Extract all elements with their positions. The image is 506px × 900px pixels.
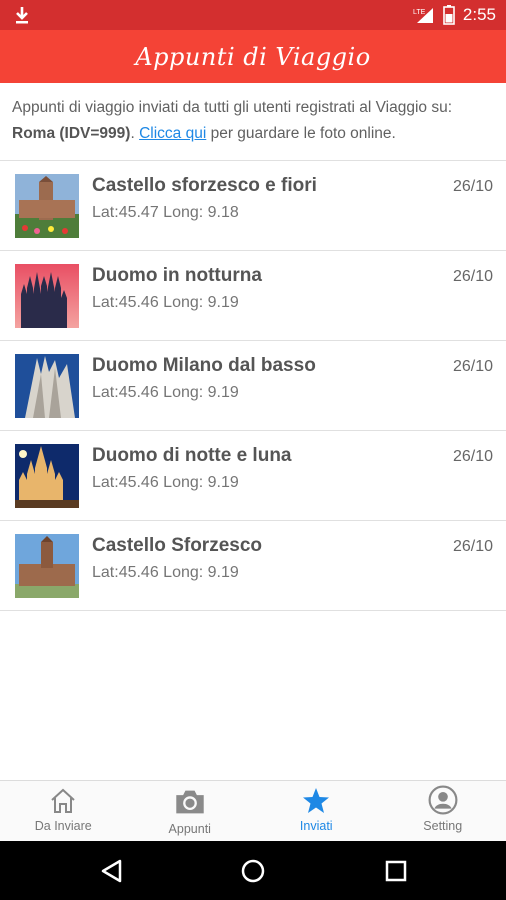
tab-label: Setting <box>423 819 463 833</box>
item-date: 26/10 <box>452 538 493 555</box>
recents-icon[interactable] <box>380 855 412 887</box>
list-item[interactable]: Duomo in notturna Lat:45.46 Long: 9.19 2… <box>0 251 506 341</box>
signal-icon: LTE <box>413 8 433 23</box>
photo-thumbnail <box>15 264 79 328</box>
clock: 2:55 <box>462 5 496 24</box>
back-icon[interactable] <box>96 855 128 887</box>
svg-text:LTE: LTE <box>413 9 426 16</box>
intro-text: Appunti di viaggio inviati da tutti gli … <box>12 95 496 147</box>
item-date: 26/10 <box>452 448 493 465</box>
online-photos-link[interactable]: Clicca qui <box>139 125 206 142</box>
tab-da-inviare[interactable]: Da Inviare <box>0 781 127 842</box>
status-bar: LTE 2:55 <box>0 0 506 30</box>
tab-label: Inviati <box>299 819 333 833</box>
home-button-icon[interactable] <box>237 855 269 887</box>
app-title: Appunti di Viaggio <box>135 42 371 71</box>
person-icon <box>428 785 458 815</box>
item-coordinates: Lat:45.46 Long: 9.19 <box>92 564 239 581</box>
item-date: 26/10 <box>452 268 493 285</box>
download-icon <box>16 7 28 24</box>
intro-text-before: Appunti di viaggio inviati da tutti gli … <box>12 99 453 116</box>
tab-inviati[interactable]: Inviati <box>253 781 380 842</box>
tab-setting[interactable]: Setting <box>380 781 506 842</box>
item-title: Duomo in notturna <box>92 265 262 286</box>
item-date: 26/10 <box>452 358 493 375</box>
intro-text-mid: . <box>130 125 140 142</box>
home-icon <box>51 788 75 813</box>
intro-text-after: per guardare le foto online. <box>206 125 396 142</box>
photo-thumbnail <box>15 354 79 418</box>
photo-thumbnail <box>15 174 79 238</box>
item-title: Duomo Milano dal basso <box>92 355 316 376</box>
trip-name: Roma (IDV=999) <box>12 125 131 142</box>
system-navigation-bar <box>0 841 506 900</box>
notes-list: Castello sforzesco e fiori Lat:45.47 Lon… <box>0 160 506 611</box>
item-title: Castello Sforzesco <box>92 535 262 556</box>
list-item[interactable]: Duomo Milano dal basso Lat:45.46 Long: 9… <box>0 341 506 431</box>
item-title: Duomo di notte e luna <box>92 445 292 466</box>
star-icon <box>303 788 330 813</box>
item-coordinates: Lat:45.47 Long: 9.18 <box>92 204 239 221</box>
battery-icon <box>443 5 455 25</box>
item-date: 26/10 <box>452 178 493 195</box>
tab-label: Da Inviare <box>34 819 92 833</box>
list-item[interactable]: Castello sforzesco e fiori Lat:45.47 Lon… <box>0 161 506 251</box>
list-item[interactable]: Castello Sforzesco Lat:45.46 Long: 9.19 … <box>0 521 506 611</box>
photo-thumbnail <box>15 534 79 598</box>
item-coordinates: Lat:45.46 Long: 9.19 <box>92 474 239 491</box>
app-bar: Appunti di Viaggio <box>0 30 506 83</box>
camera-icon <box>176 790 204 814</box>
list-item[interactable]: Duomo di notte e luna Lat:45.46 Long: 9.… <box>0 431 506 521</box>
item-coordinates: Lat:45.46 Long: 9.19 <box>92 384 239 401</box>
item-coordinates: Lat:45.46 Long: 9.19 <box>92 294 239 311</box>
tab-appunti[interactable]: Appunti <box>127 781 254 842</box>
photo-thumbnail <box>15 444 79 508</box>
bottom-navigation: Da Inviare Appunti Inviati Setting <box>0 780 506 842</box>
tab-label: Appunti <box>168 822 211 836</box>
item-title: Castello sforzesco e fiori <box>92 175 317 196</box>
